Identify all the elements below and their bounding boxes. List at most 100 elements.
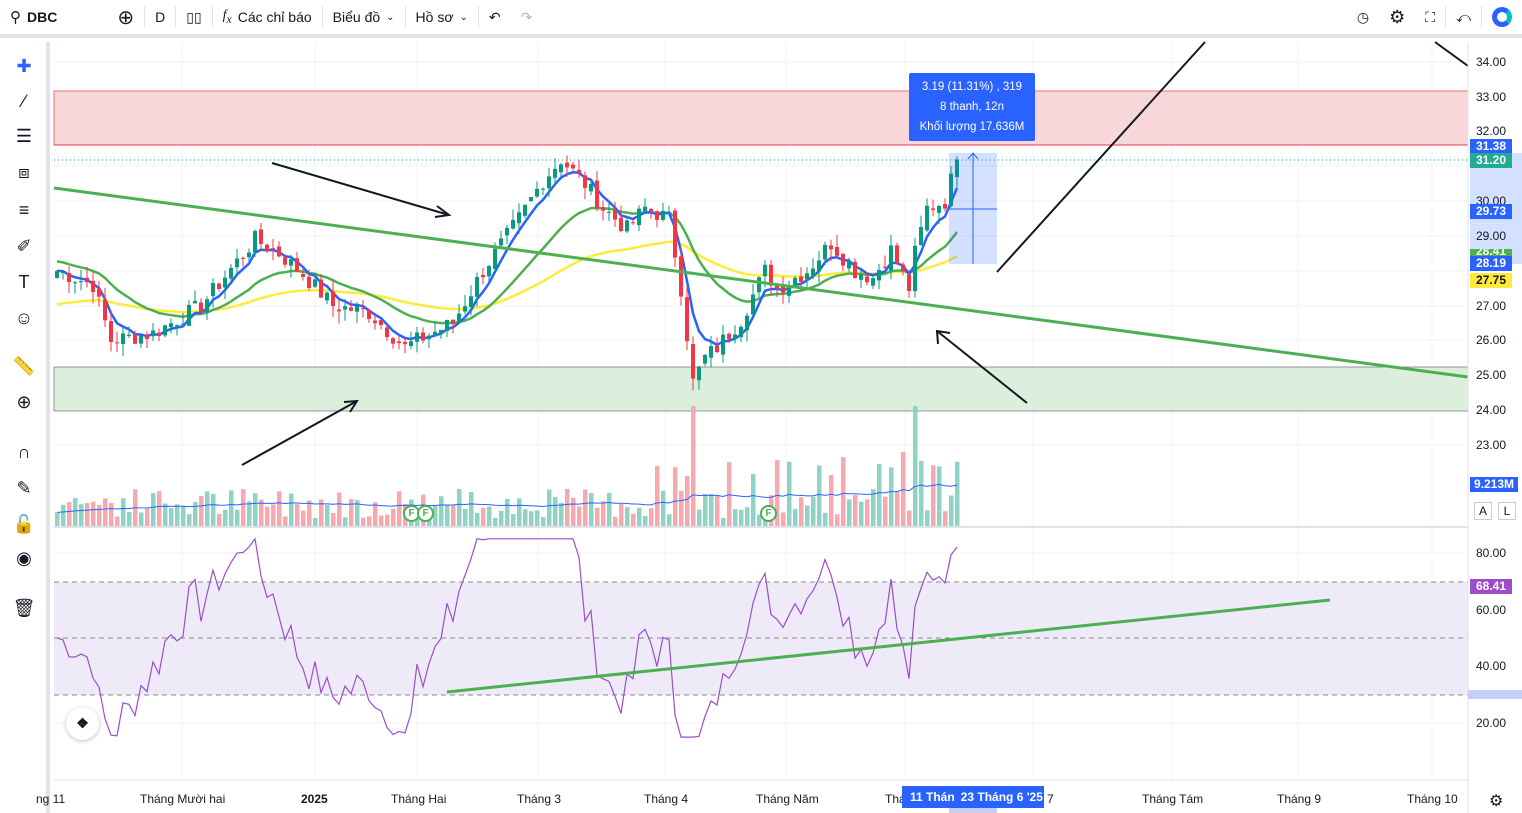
emoji-tool[interactable]: ☺ — [10, 304, 38, 332]
financials-marker[interactable]: F — [417, 505, 434, 522]
volume-bar — [847, 499, 852, 526]
undo-button[interactable]: ↶ — [479, 0, 511, 36]
volume-bar — [145, 508, 150, 526]
delete-drawings-tool[interactable]: 🗑 — [10, 594, 38, 622]
forecast-tool[interactable]: ≡ — [10, 196, 38, 224]
price-label: 27.00 — [1476, 299, 1507, 313]
candle — [955, 159, 959, 178]
interval-button[interactable]: D — [145, 0, 175, 36]
volume-bar — [931, 465, 936, 526]
crosshair-tool[interactable]: ✚ — [10, 52, 38, 80]
volume-bar — [103, 498, 108, 526]
candle — [391, 338, 395, 344]
time-label: Tháng 9 — [1277, 792, 1322, 806]
candle — [67, 272, 71, 283]
volume-bar — [865, 499, 870, 526]
volume-bar — [85, 503, 90, 526]
candle — [133, 334, 137, 344]
time-axis-settings-icon[interactable]: ⚙ — [1489, 791, 1503, 811]
candle — [109, 321, 113, 342]
price-label: 33.00 — [1476, 90, 1507, 104]
volume-bar — [667, 514, 672, 526]
chart-canvas[interactable] — [0, 0, 1522, 813]
volume-bar — [937, 466, 942, 526]
candle — [253, 231, 257, 253]
candle — [163, 325, 167, 336]
compare-button[interactable]: ⊕ — [107, 0, 144, 36]
volume-bar — [199, 496, 204, 526]
volume-bar — [715, 496, 720, 526]
volume-bar — [97, 504, 102, 526]
candle — [877, 269, 881, 281]
symbol-search[interactable]: ⚲ DBC — [0, 0, 67, 36]
candle — [745, 315, 749, 331]
ruler-icon: 📏 — [12, 355, 36, 376]
candle — [517, 212, 521, 224]
volume-bar — [307, 500, 312, 526]
candle — [829, 245, 833, 250]
candle — [349, 307, 353, 311]
text-tool[interactable]: T — [10, 268, 38, 296]
price-label: 25.00 — [1476, 368, 1507, 382]
volume-bar — [223, 509, 228, 526]
volume-bar — [313, 517, 318, 526]
candle — [541, 188, 545, 190]
financials-marker[interactable]: F — [760, 505, 777, 522]
volume-bar — [247, 501, 252, 526]
candle — [103, 299, 107, 321]
volume-bar — [613, 516, 618, 526]
candle — [721, 334, 725, 355]
volume-bar — [637, 507, 642, 526]
candle — [817, 260, 821, 272]
volume-bar — [169, 508, 174, 526]
candle — [823, 244, 827, 260]
candle — [715, 345, 719, 353]
candle — [895, 245, 899, 264]
fib-tool[interactable]: ☰ — [10, 122, 38, 150]
pattern-tool[interactable]: ⧈ — [10, 158, 38, 186]
search-icon: ⚲ — [10, 9, 21, 26]
profile-menu-button[interactable]: Hồ sơ ⌄ — [406, 0, 478, 36]
replay-button[interactable]: ◷ — [1347, 0, 1379, 36]
volume-bar — [163, 503, 168, 526]
auto-scale-button[interactable]: A — [1474, 502, 1492, 520]
tradingview-logo[interactable]: ❖ — [66, 707, 99, 740]
time-label: Tháng 4 — [644, 792, 689, 806]
candle — [79, 281, 83, 283]
candle — [139, 335, 143, 344]
settings-button[interactable]: ⚙ — [1379, 0, 1415, 36]
candle — [655, 211, 659, 220]
volume-bar — [787, 461, 792, 526]
hide-drawings-tool[interactable]: ◉ — [10, 544, 38, 572]
candle — [859, 274, 863, 280]
indicators-button[interactable]: fx Các chỉ báo — [213, 0, 322, 36]
lock-drawing-tool[interactable]: ✎ — [10, 474, 38, 502]
candle — [181, 323, 185, 325]
share-button[interactable]: ⤺ — [1446, 0, 1481, 36]
volume-bar — [391, 508, 396, 526]
volume-bar — [577, 506, 582, 526]
redo-button[interactable]: ↷ — [511, 0, 543, 36]
volume-bar — [949, 495, 954, 526]
candle — [523, 204, 527, 216]
chart-menu-button[interactable]: Biểu đồ ⌄ — [323, 0, 405, 36]
ruler-tool[interactable]: 📏 — [10, 352, 38, 380]
trendline-tool[interactable]: ∕ — [10, 87, 38, 115]
volume-bar — [805, 505, 810, 526]
candle — [469, 296, 473, 308]
chart-type-button[interactable]: ▯▯ — [176, 0, 211, 36]
fullscreen-button[interactable]: ⛶ — [1415, 0, 1445, 36]
candle — [583, 175, 587, 188]
time-label: Tháng Mười hai — [140, 792, 226, 806]
candle — [949, 173, 953, 206]
magnet-tool[interactable]: ∩ — [10, 438, 38, 466]
log-scale-button[interactable]: L — [1498, 502, 1516, 520]
zoom-tool[interactable]: ⊕ — [10, 388, 38, 416]
volume-bar — [109, 502, 114, 526]
magnet-icon: ∩ — [17, 441, 31, 462]
lock-all-tool[interactable]: 🔓 — [10, 510, 38, 538]
brush-tool[interactable]: ✐ — [10, 232, 38, 260]
volume-bar — [547, 489, 552, 526]
smiley-icon: ☺ — [14, 307, 34, 328]
arrow-3 — [936, 330, 1028, 404]
